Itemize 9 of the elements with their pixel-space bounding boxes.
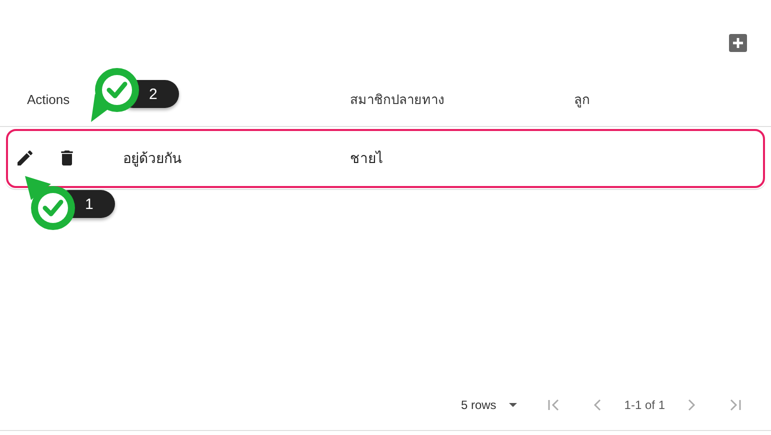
- table-cell-text: ชายไ: [349, 149, 384, 168]
- table-cell-text: อยู่ด้วยกัน: [122, 149, 183, 169]
- edit-icon[interactable]: [15, 148, 35, 168]
- column-header[interactable]: ลูก: [562, 88, 771, 110]
- column-header: Actions: [26, 92, 71, 106]
- page-range: 1-1 of 1: [624, 398, 665, 412]
- column-header[interactable]: สมาชิกปลายทาง: [338, 88, 562, 110]
- add-icon[interactable]: [729, 34, 747, 52]
- rows-per-page[interactable]: 5 rows: [460, 398, 496, 412]
